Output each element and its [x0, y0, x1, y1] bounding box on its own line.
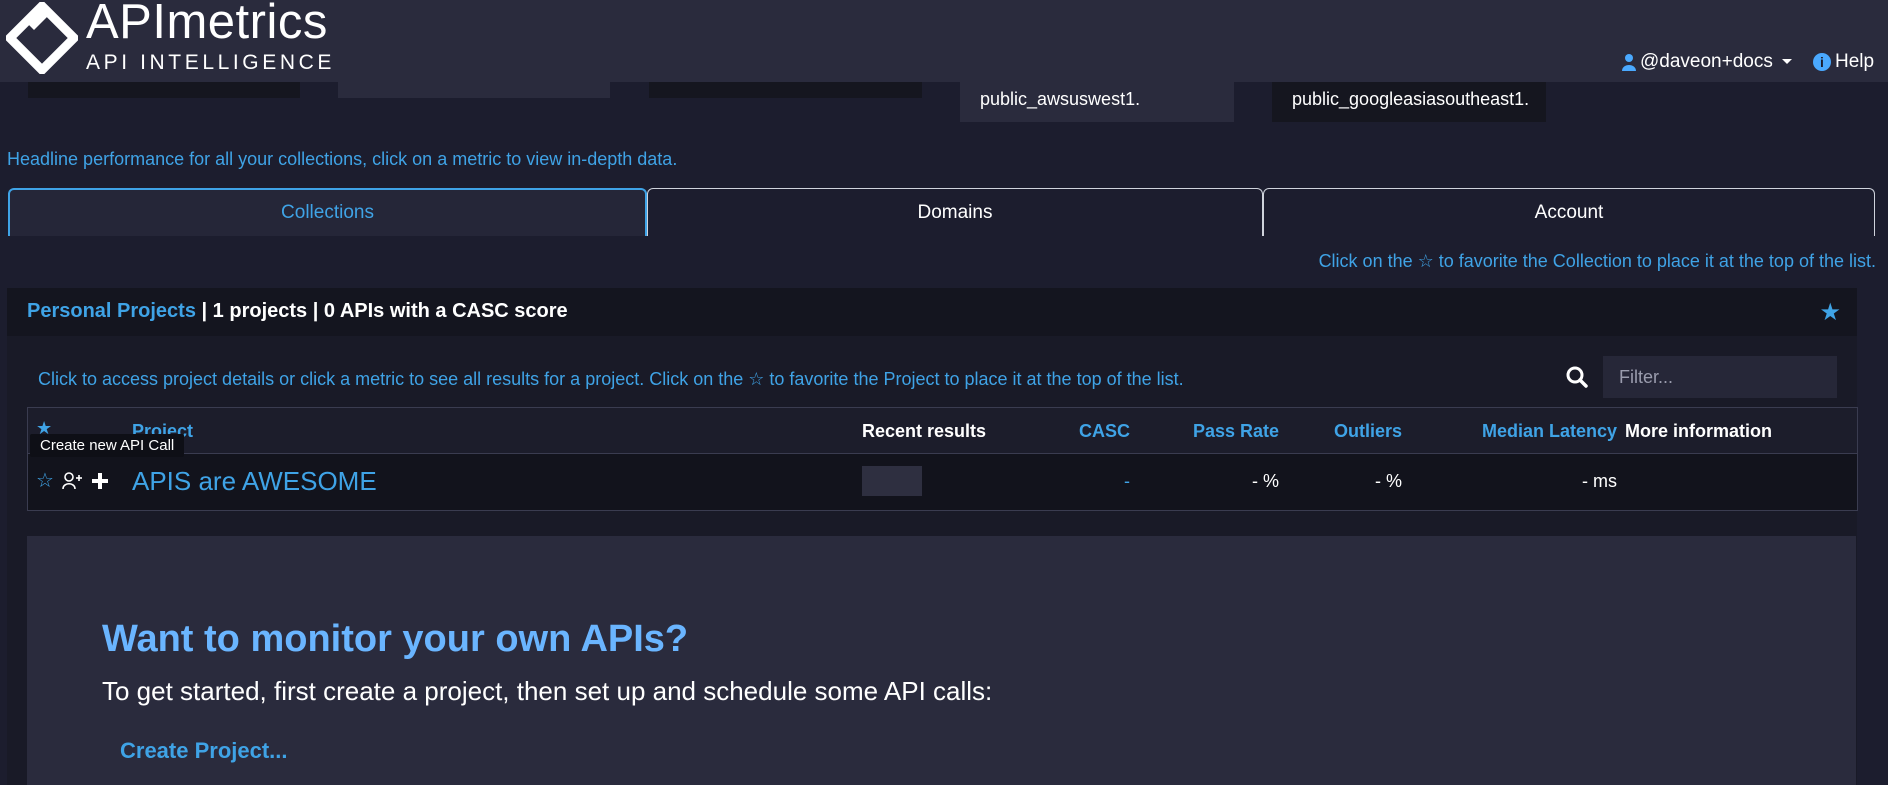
collection-header: Personal Projects | 1 projects | 0 APIs …: [7, 288, 1857, 336]
caret-down-icon: [1781, 59, 1792, 64]
filter-input[interactable]: [1603, 356, 1837, 398]
tab-label: Collections: [281, 202, 374, 223]
header-median-latency[interactable]: Median Latency: [1482, 421, 1617, 442]
tab-domains[interactable]: Domains: [647, 188, 1263, 236]
logo-title: APImetrics: [86, 0, 328, 49]
server-card-label: public_awsuswest1.: [980, 89, 1141, 109]
table-header: ★ Project Recent results CASC Pass Rate …: [28, 408, 1857, 457]
outliers-value[interactable]: - %: [1375, 471, 1402, 492]
apimetrics-logo-icon[interactable]: [6, 2, 78, 74]
project-name-link[interactable]: APIS are AWESOME: [132, 466, 377, 497]
median-latency-value[interactable]: - ms: [1582, 471, 1617, 492]
promo-title: Want to monitor your own APIs?: [102, 618, 689, 660]
headline-text: Headline performance for all your collec…: [7, 149, 678, 169]
collection-title: Personal Projects | 1 projects | 0 APIs …: [27, 300, 568, 323]
project-count: | 1 projects |: [201, 300, 319, 322]
help-link[interactable]: i Help: [1813, 51, 1874, 73]
favorite-hint: Click on the ☆ to favorite the Collectio…: [1318, 251, 1876, 271]
plus-icon[interactable]: [91, 472, 108, 489]
add-user-icon[interactable]: [62, 471, 84, 490]
header-more-information: More information: [1625, 421, 1772, 441]
info-icon: i: [1813, 53, 1831, 71]
user-icon: [1622, 54, 1636, 71]
top-header: APImetrics API INTELLIGENCE @daveon+docs…: [0, 0, 1888, 82]
server-card-label: public_googleasiasoutheast1.: [1292, 89, 1530, 109]
header-outliers[interactable]: Outliers: [1334, 421, 1402, 442]
pass-rate-value[interactable]: - %: [1252, 471, 1279, 492]
projects-table: ★ Project Recent results CASC Pass Rate …: [27, 407, 1858, 511]
getting-started-panel: Want to monitor your own APIs? To get st…: [27, 536, 1856, 785]
create-project-button[interactable]: Create Project...: [120, 738, 288, 764]
tab-label: Domains: [917, 201, 993, 223]
row-actions: ☆: [36, 468, 108, 493]
user-menu[interactable]: @daveon+docs: [1622, 51, 1793, 73]
tooltip: Create new API Call: [30, 434, 185, 457]
casc-value[interactable]: -: [1124, 471, 1130, 492]
header-pass-rate[interactable]: Pass Rate: [1193, 421, 1279, 442]
collection-name-link[interactable]: Personal Projects: [27, 300, 196, 322]
tab-account[interactable]: Account: [1263, 188, 1875, 236]
header-recent-results: Recent results: [862, 421, 987, 441]
project-hint: Click to access project details or click…: [38, 369, 1184, 389]
server-card-googleasia[interactable]: public_googleasiasoutheast1.: [1272, 76, 1546, 122]
server-card-awsuswest[interactable]: public_awsuswest1.: [960, 76, 1234, 122]
casc-count: 0 APIs with a CASC score: [323, 300, 568, 322]
tab-collections[interactable]: Collections: [8, 188, 647, 236]
search-icon[interactable]: [1566, 366, 1588, 388]
user-name: @daveon+docs: [1640, 51, 1773, 72]
header-casc[interactable]: CASC: [1079, 421, 1130, 442]
logo-subtitle: API INTELLIGENCE: [86, 51, 335, 74]
help-label: Help: [1835, 51, 1875, 72]
promo-text: To get started, first create a project, …: [102, 676, 993, 706]
favorite-star-outline-icon[interactable]: ☆: [36, 468, 54, 493]
tab-label: Account: [1534, 201, 1604, 223]
favorite-star-icon[interactable]: ★: [1819, 298, 1841, 327]
recent-results-sparkline[interactable]: [862, 466, 922, 496]
